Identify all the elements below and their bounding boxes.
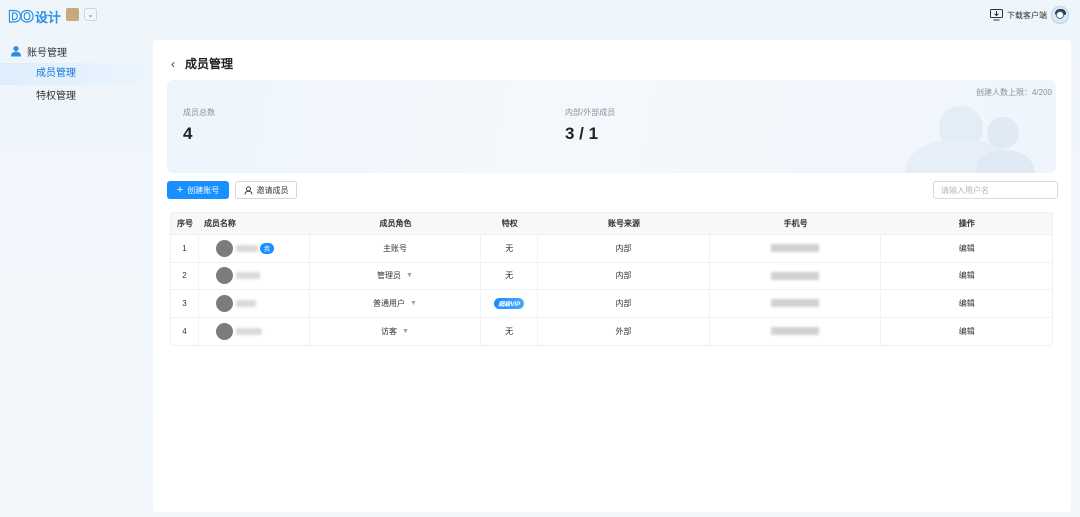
stat-total-label: 成员总数: [183, 108, 215, 117]
member-name-cell: [199, 262, 310, 289]
me-badge: 我: [259, 242, 274, 254]
member-name-cell: 我: [199, 235, 310, 262]
phone-cell: [710, 262, 882, 289]
phone-cell: [710, 317, 882, 345]
header-privilege: 特权: [501, 219, 518, 228]
header-index: 序号: [176, 219, 193, 228]
header-action: 操作: [958, 219, 975, 228]
table-row: 3 普通用户 ▼ 超级VIP 内部 编辑: [171, 290, 1052, 318]
chevron-down-icon[interactable]: ⌄: [84, 8, 97, 21]
page-header: ‹ 成员管理: [167, 55, 233, 72]
header-name: 成员名称: [203, 219, 236, 228]
phone-cell: [710, 290, 882, 317]
stats-banner: 创建人数上限：4/200 成员总数 4 内部/外部成员 3 / 1: [167, 80, 1056, 173]
role-select[interactable]: 访客 ▼: [310, 317, 482, 345]
privilege-cell: 无: [481, 235, 539, 262]
row-index: 2: [171, 262, 199, 289]
invite-member-label: 邀请成员: [256, 185, 289, 195]
user-icon: [11, 46, 21, 57]
table-row: 1 我 主账号 无 内部 编辑: [171, 235, 1052, 263]
privilege-cell: 无: [481, 262, 539, 289]
download-icon: [990, 9, 1003, 21]
member-name-redacted: [235, 299, 256, 307]
logo-mark: DO: [7, 6, 34, 26]
avatar: [215, 239, 233, 257]
source-cell: 内部: [538, 262, 710, 289]
person-icon: [244, 185, 252, 195]
role-label: 主账号: [383, 243, 407, 253]
back-arrow-icon[interactable]: ‹: [167, 57, 179, 71]
app-logo[interactable]: DO 设计: [7, 6, 61, 26]
member-name-cell: [199, 317, 310, 345]
stat-ratio-value: 3 / 1: [565, 124, 599, 143]
search-input[interactable]: [933, 181, 1058, 199]
sidebar-item-members[interactable]: 成员管理: [0, 63, 142, 85]
phone-redacted: [771, 244, 820, 253]
avatar: [215, 267, 233, 285]
source-cell: 外部: [538, 317, 710, 345]
vip-badge: 超级VIP: [494, 297, 525, 309]
phone-redacted: [771, 299, 820, 308]
user-avatar[interactable]: [1051, 6, 1069, 24]
row-index: 3: [171, 290, 199, 317]
privilege-cell: 超级VIP: [481, 290, 539, 317]
main-panel: ‹ 成员管理 创建人数上限：4/200 成员总数 4 内部/外部成员 3 / 1…: [153, 40, 1071, 512]
sidebar: 账号管理 成员管理 特权管理: [0, 40, 150, 108]
edit-link[interactable]: 编辑: [881, 263, 1052, 290]
source-cell: 内部: [538, 235, 710, 262]
download-label: 下载客户端: [1007, 10, 1047, 20]
team-avatar-icon[interactable]: [66, 8, 79, 21]
privilege-cell: 无: [481, 317, 539, 345]
stat-ratio-label: 内部/外部成员: [565, 108, 616, 117]
role-label: 普通用户: [373, 298, 406, 308]
download-client-button[interactable]: 下载客户端: [990, 9, 1047, 21]
chevron-down-icon: ▼: [410, 299, 417, 307]
edit-link[interactable]: 编辑: [881, 235, 1052, 262]
phone-redacted: [771, 327, 820, 336]
users-illustration-icon: [905, 106, 1035, 173]
member-name-redacted: [235, 244, 258, 252]
role-select[interactable]: 普通用户 ▼: [310, 290, 482, 317]
role-select[interactable]: 管理员 ▼: [310, 262, 482, 289]
chevron-down-icon: ▼: [402, 327, 409, 335]
member-name-redacted: [235, 272, 260, 280]
stat-ratio: 内部/外部成员 3 / 1: [565, 107, 615, 144]
sidebar-item-privileges[interactable]: 特权管理: [0, 86, 150, 108]
role-label: 访客: [381, 326, 398, 336]
member-name-redacted: [235, 327, 262, 335]
sidebar-group-label: 账号管理: [27, 47, 67, 59]
row-index: 4: [171, 317, 199, 345]
logo-text: 设计: [34, 10, 61, 25]
phone-redacted: [771, 271, 820, 280]
member-limit-caption: 创建人数上限：4/200: [975, 88, 1052, 97]
header-source: 账号来源: [607, 219, 640, 228]
table-row: 4 访客 ▼ 无 外部 编辑: [171, 317, 1052, 346]
table-header-row: 序号 成员名称 成员角色 特权 账号来源 手机号 操作: [171, 213, 1052, 235]
role-label: 管理员: [377, 271, 402, 281]
role-cell: 主账号: [310, 235, 482, 262]
phone-cell: [710, 235, 882, 262]
invite-member-button[interactable]: 邀请成员: [235, 181, 297, 199]
edit-link[interactable]: 编辑: [881, 290, 1052, 317]
chevron-down-icon: ▼: [406, 272, 413, 280]
table-row: 2 管理员 ▼ 无 内部 编辑: [171, 262, 1052, 290]
avatar: [215, 322, 233, 340]
stat-total: 成员总数 4: [183, 107, 215, 144]
source-cell: 内部: [538, 290, 710, 317]
page-title: 成员管理: [185, 57, 234, 71]
sidebar-group-account[interactable]: 账号管理: [0, 40, 150, 62]
member-name-cell: [199, 290, 310, 317]
create-account-label: 创建账号: [187, 185, 220, 195]
row-index: 1: [171, 235, 199, 262]
plus-icon: +: [176, 183, 184, 196]
stat-total-value: 4: [183, 124, 193, 143]
edit-link[interactable]: 编辑: [881, 318, 1052, 346]
avatar: [215, 294, 233, 312]
top-bar: DO 设计 ⌄ 下载客户端: [0, 0, 1080, 32]
members-table: 序号 成员名称 成员角色 特权 账号来源 手机号 操作 1 我 主账号 无 内部…: [170, 212, 1053, 346]
header-role: 成员角色: [379, 219, 412, 228]
header-phone: 手机号: [783, 219, 808, 228]
create-account-button[interactable]: + 创建账号: [167, 181, 229, 199]
